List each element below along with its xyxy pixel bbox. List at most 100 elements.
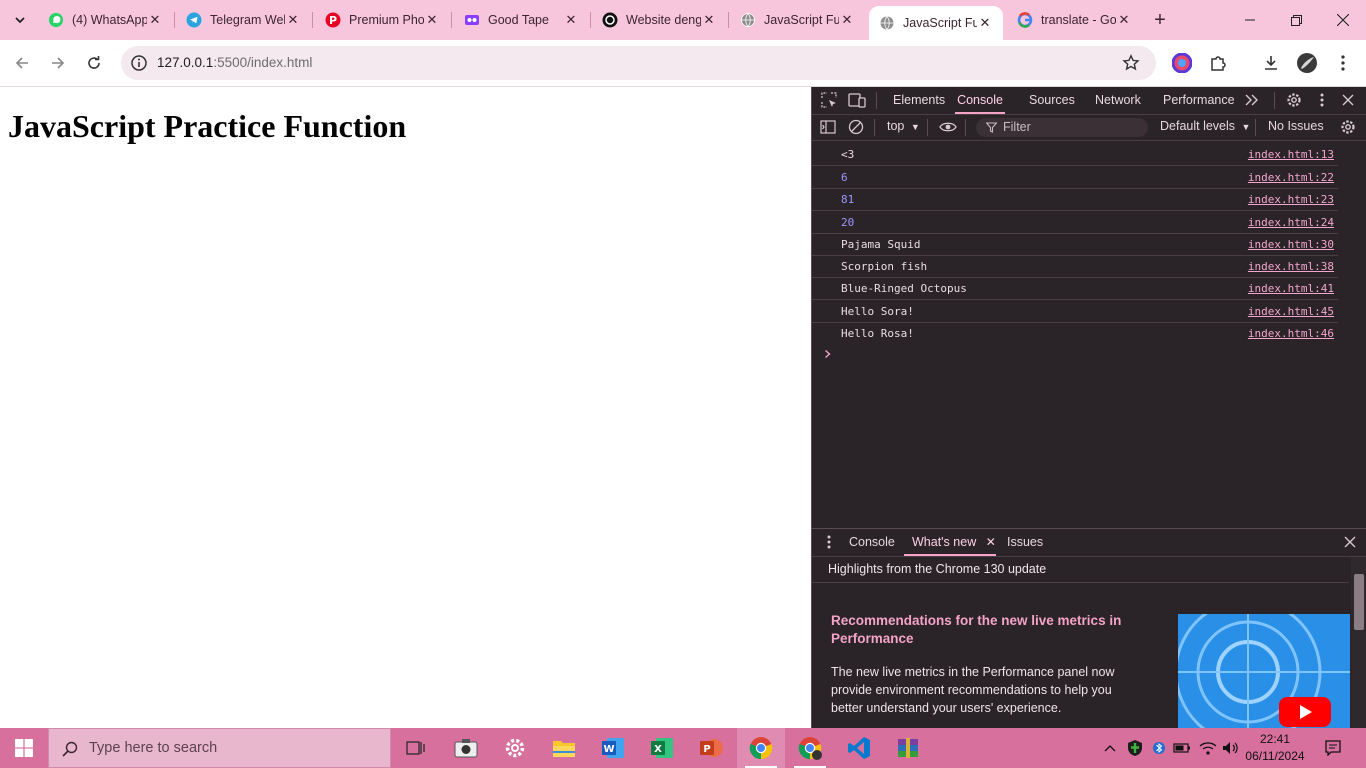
console-settings-gear-icon[interactable]	[1339, 118, 1357, 136]
system-clock[interactable]: 22:41 06/11/2024	[1240, 731, 1310, 765]
address-bar[interactable]: 127.0.0.1:5500/index.html	[121, 46, 1156, 80]
start-button[interactable]	[0, 728, 48, 768]
devtools-tab-network[interactable]: Network	[1095, 87, 1141, 114]
tray-overflow-chevron-icon[interactable]	[1101, 728, 1119, 768]
clear-console-icon[interactable]	[847, 118, 865, 136]
restore-button[interactable]	[1273, 0, 1319, 40]
forward-button[interactable]	[46, 51, 70, 75]
console-log-row: <3 index.html:13	[812, 143, 1338, 166]
console-log-row: Blue-Ringed Octopus index.html:41	[812, 277, 1338, 300]
taskbar-excel[interactable]: X	[638, 728, 686, 768]
drawer-tab-whats-new[interactable]: What's new ✕	[904, 529, 996, 556]
taskbar-vscode[interactable]	[835, 728, 883, 768]
devtools-tab-sources[interactable]: Sources	[1029, 87, 1075, 114]
reload-button[interactable]	[82, 51, 106, 75]
video-thumbnail[interactable]	[1178, 614, 1350, 729]
new-tab-button[interactable]: +	[1148, 8, 1172, 32]
drawer-tab-issues[interactable]: Issues	[1007, 529, 1043, 556]
bluetooth-icon[interactable]	[1150, 728, 1168, 768]
close-window-button[interactable]	[1320, 0, 1366, 40]
pinterest-icon: P	[325, 12, 341, 28]
tab-search-button[interactable]	[8, 8, 32, 32]
taskbar-powerpoint[interactable]: P	[687, 728, 735, 768]
log-levels-dropdown[interactable]: Default levels ▼	[1160, 119, 1250, 133]
volume-icon[interactable]	[1221, 728, 1241, 768]
issues-counter[interactable]: No Issues	[1268, 119, 1324, 133]
tab-chatgpt[interactable]: Website dengan ✕	[592, 0, 727, 40]
log-source-link[interactable]: index.html:30	[1248, 238, 1334, 251]
devtools-tab-performance[interactable]: Performance	[1163, 87, 1235, 114]
tab-good-tape[interactable]: Good Tape ✕	[454, 0, 589, 40]
log-source-link[interactable]: index.html:24	[1248, 216, 1334, 229]
device-toolbar-icon[interactable]	[848, 91, 866, 109]
taskbar-settings-app[interactable]	[491, 728, 539, 768]
taskbar-word[interactable]: W	[589, 728, 637, 768]
sidebar-toggle-icon[interactable]	[819, 118, 837, 136]
tab-telegram[interactable]: Telegram Web ✕	[176, 0, 311, 40]
log-source-link[interactable]: index.html:22	[1248, 171, 1334, 184]
taskbar-file-explorer[interactable]	[540, 728, 588, 768]
console-filter-input[interactable]: Filter	[976, 118, 1148, 137]
close-icon[interactable]: ✕	[1116, 12, 1132, 28]
tab-whatsapp[interactable]: (4) WhatsApp ✕	[38, 0, 173, 40]
more-vert-icon[interactable]	[1313, 91, 1331, 109]
taskbar-winrar[interactable]	[884, 728, 932, 768]
log-source-link[interactable]: index.html:23	[1248, 193, 1334, 206]
devtools-tab-elements[interactable]: Elements	[893, 87, 945, 114]
tab-javascript-1[interactable]: JavaScript Fu ✕	[730, 0, 865, 40]
downloads-button[interactable]	[1259, 51, 1283, 75]
close-icon[interactable]: ✕	[563, 12, 579, 28]
log-source-link[interactable]: index.html:38	[1248, 260, 1334, 273]
devtools-tab-console[interactable]: Console	[955, 87, 1005, 114]
close-icon[interactable]: ✕	[285, 12, 301, 28]
tab-javascript-active[interactable]: JavaScript Fu ✕	[869, 6, 1003, 40]
tab-pinterest[interactable]: P Premium Photo ✕	[315, 0, 450, 40]
close-icon[interactable]: ✕	[424, 12, 440, 28]
browser-menu-button[interactable]	[1331, 51, 1355, 75]
taskbar-chrome-profile[interactable]	[786, 728, 834, 768]
wifi-icon[interactable]	[1198, 728, 1218, 768]
tab-translate[interactable]: translate - Go ✕	[1007, 0, 1142, 40]
drawer-tab-console[interactable]: Console	[849, 529, 895, 556]
eye-icon[interactable]	[939, 118, 957, 136]
drawer-scrollbar-thumb[interactable]	[1354, 574, 1364, 630]
site-info-icon[interactable]	[130, 54, 148, 72]
word-icon: W	[602, 738, 624, 758]
log-source-link[interactable]: index.html:13	[1248, 148, 1334, 161]
context-selector[interactable]: top ▼	[887, 119, 920, 133]
security-shield-icon[interactable]	[1125, 728, 1145, 768]
taskbar-search-box[interactable]: Type here to search	[48, 728, 391, 768]
youtube-play-icon[interactable]	[1279, 697, 1331, 727]
back-button[interactable]	[10, 51, 34, 75]
bookmark-star-icon[interactable]	[1122, 54, 1140, 72]
whats-new-article-title[interactable]: Recommendations for the new live metrics…	[831, 612, 1151, 648]
extensions-button[interactable]	[1206, 51, 1230, 75]
gear-icon[interactable]	[1285, 91, 1303, 109]
close-icon[interactable]: ✕	[839, 12, 855, 28]
log-source-link[interactable]: index.html:45	[1248, 305, 1334, 318]
taskbar-chrome-active[interactable]	[737, 728, 785, 768]
battery-icon[interactable]	[1172, 728, 1192, 768]
tab-title: JavaScript Fu	[764, 13, 839, 27]
log-source-link[interactable]: index.html:46	[1248, 327, 1334, 340]
close-icon[interactable]: ✕	[986, 535, 996, 549]
drawer-menu-icon[interactable]	[820, 533, 838, 551]
close-icon[interactable]: ✕	[977, 15, 993, 31]
camera-icon	[454, 739, 478, 758]
close-icon[interactable]: ✕	[147, 12, 163, 28]
profile-button[interactable]	[1295, 51, 1319, 75]
more-tabs-icon[interactable]	[1243, 91, 1261, 109]
close-devtools-icon[interactable]	[1339, 91, 1357, 109]
taskbar-camera-app[interactable]	[442, 728, 490, 768]
close-drawer-icon[interactable]	[1341, 533, 1359, 551]
minimize-button[interactable]	[1227, 0, 1273, 40]
chrome-extension-icon	[1172, 53, 1192, 73]
inspect-element-icon[interactable]	[820, 91, 838, 109]
log-message: Blue-Ringed Octopus	[841, 282, 967, 295]
extension-profile-button[interactable]	[1170, 51, 1194, 75]
notifications-icon[interactable]	[1320, 728, 1346, 768]
task-view-button[interactable]	[392, 728, 440, 768]
console-prompt[interactable]	[824, 349, 832, 359]
close-icon[interactable]: ✕	[701, 12, 717, 28]
log-source-link[interactable]: index.html:41	[1248, 282, 1334, 295]
